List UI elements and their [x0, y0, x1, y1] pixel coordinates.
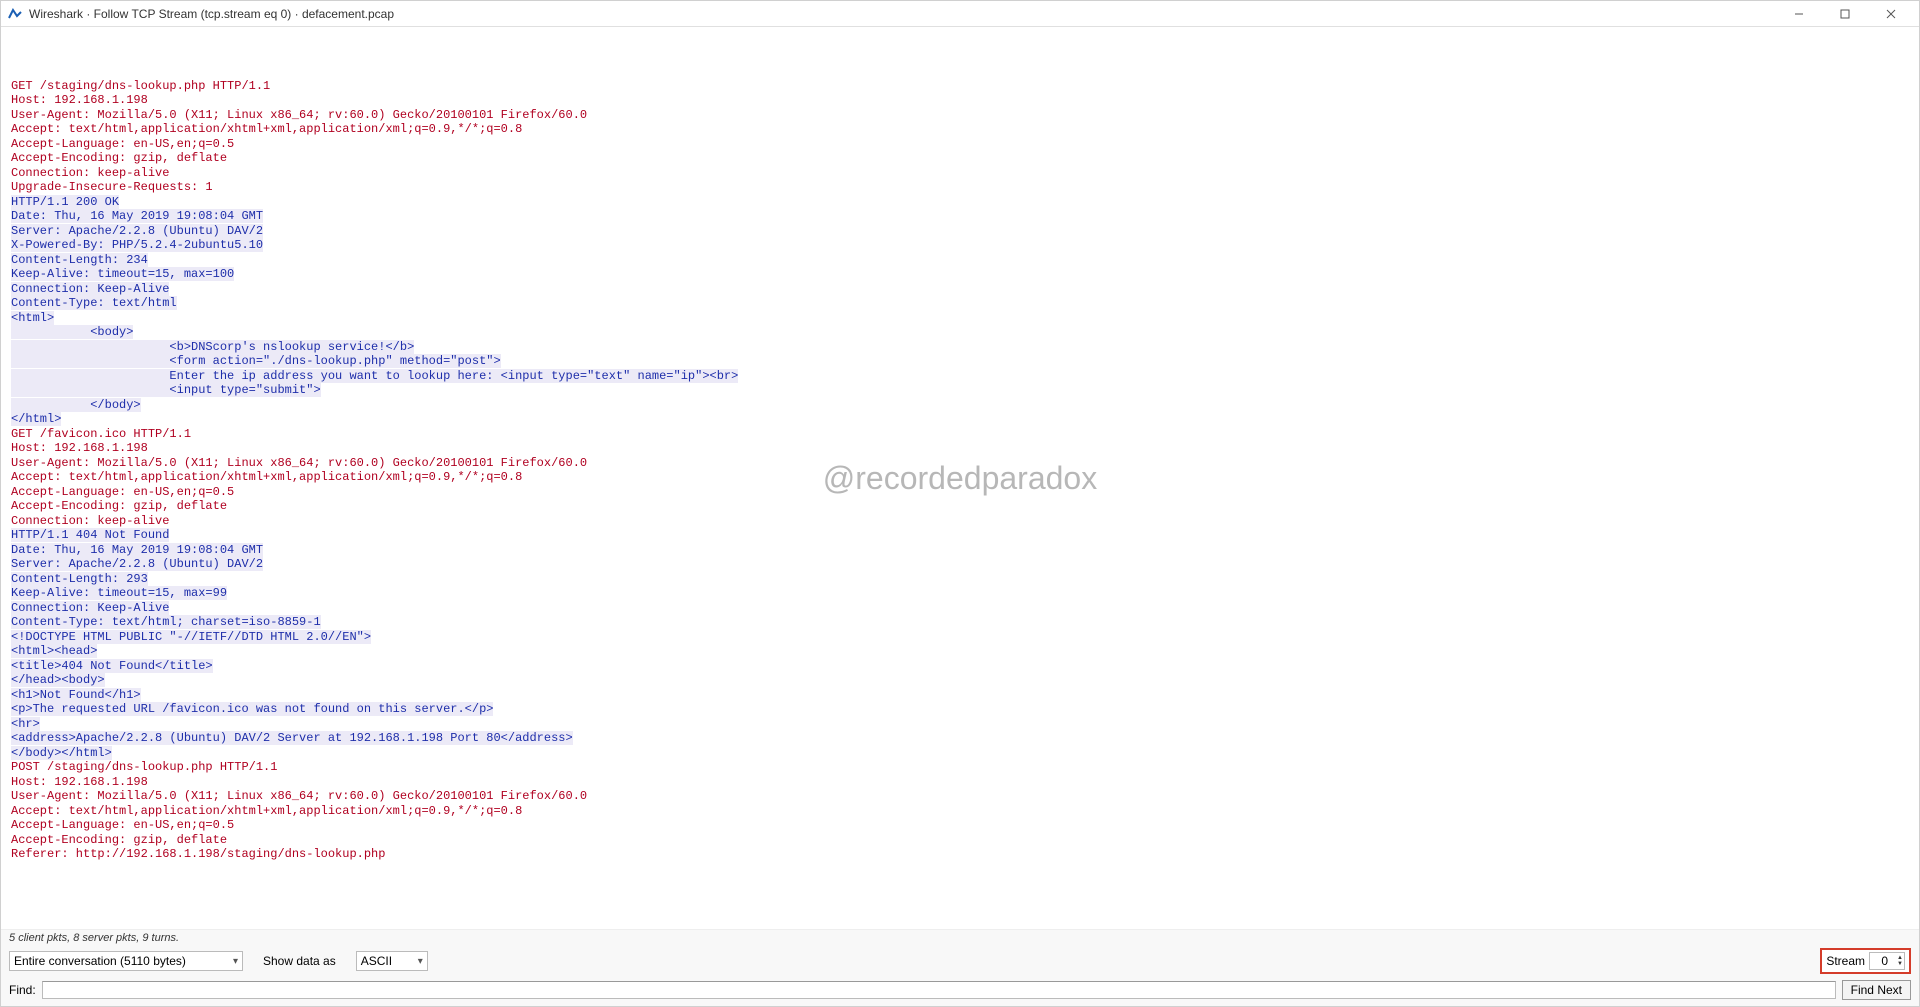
server-stream-line[interactable]: Content-Type: text/html; charset=iso-885…	[11, 615, 321, 629]
server-stream-line[interactable]: Date: Thu, 16 May 2019 19:08:04 GMT	[11, 209, 263, 223]
window-controls	[1785, 4, 1913, 24]
find-input[interactable]	[42, 981, 1836, 999]
client-stream-line[interactable]: Connection: keep-alive	[11, 166, 169, 180]
client-stream-line[interactable]: Accept-Encoding: gzip, deflate	[11, 151, 227, 165]
server-stream-line[interactable]: <b>DNScorp's nslookup service!</b>	[11, 340, 414, 354]
client-stream-line[interactable]: Accept-Encoding: gzip, deflate	[11, 499, 227, 513]
server-stream-line[interactable]: Content-Length: 234	[11, 253, 148, 267]
client-stream-line[interactable]: Referer: http://192.168.1.198/staging/dn…	[11, 847, 385, 861]
server-stream-line[interactable]: Keep-Alive: timeout=15, max=100	[11, 267, 234, 281]
client-stream-line[interactable]: Accept: text/html,application/xhtml+xml,…	[11, 122, 522, 136]
content: GET /staging/dns-lookup.php HTTP/1.1Host…	[1, 27, 1919, 929]
client-pkt-count: 5	[9, 932, 15, 944]
turns-count: 9 turns.	[142, 932, 179, 944]
server-stream-line[interactable]: <p>The requested URL /favicon.ico was no…	[11, 702, 493, 716]
server-stream-line[interactable]: Server: Apache/2.2.8 (Ubuntu) DAV/2	[11, 557, 263, 571]
server-stream-line[interactable]: Content-Length: 293	[11, 572, 148, 586]
client-stream-line[interactable]: Accept: text/html,application/xhtml+xml,…	[11, 804, 522, 818]
find-label: Find:	[9, 983, 36, 997]
server-stream-line[interactable]: <h1>Not Found</h1>	[11, 688, 141, 702]
follow-stream-window: Wireshark · Follow TCP Stream (tcp.strea…	[0, 0, 1920, 1007]
stream-text-area[interactable]: GET /staging/dns-lookup.php HTTP/1.1Host…	[1, 27, 1919, 929]
client-stream-line[interactable]: GET /favicon.ico HTTP/1.1	[11, 427, 191, 441]
client-stream-line[interactable]: User-Agent: Mozilla/5.0 (X11; Linux x86_…	[11, 456, 587, 470]
find-row: Find: Find Next	[1, 978, 1919, 1006]
server-stream-line[interactable]: <hr>	[11, 717, 40, 731]
client-stream-line[interactable]: User-Agent: Mozilla/5.0 (X11; Linux x86_…	[11, 789, 587, 803]
server-stream-line[interactable]: Date: Thu, 16 May 2019 19:08:04 GMT	[11, 543, 263, 557]
server-stream-line[interactable]: HTTP/1.1 200 OK	[11, 195, 119, 209]
client-stream-line[interactable]: Accept-Language: en-US,en;q=0.5	[11, 137, 234, 151]
window-title: Wireshark · Follow TCP Stream (tcp.strea…	[29, 7, 394, 21]
client-stream-line[interactable]: Host: 192.168.1.198	[11, 441, 148, 455]
server-stream-line[interactable]: </html>	[11, 412, 61, 426]
server-stream-line[interactable]: <title>404 Not Found</title>	[11, 659, 213, 673]
server-stream-line[interactable]: <body>	[11, 325, 133, 339]
controls-row: Entire conversation (5110 bytes) Show da…	[1, 944, 1919, 978]
client-stream-line[interactable]: Upgrade-Insecure-Requests: 1	[11, 180, 213, 194]
server-stream-line[interactable]: Enter the ip address you want to lookup …	[11, 369, 738, 383]
maximize-button[interactable]	[1831, 4, 1859, 24]
find-next-button[interactable]: Find Next	[1842, 980, 1911, 1000]
client-stream-line[interactable]: Host: 192.168.1.198	[11, 93, 148, 107]
client-stream-line[interactable]: User-Agent: Mozilla/5.0 (X11; Linux x86_…	[11, 108, 587, 122]
server-stream-line[interactable]: <input type="submit">	[11, 383, 321, 397]
server-pkt-count: 8	[73, 932, 79, 944]
server-stream-line[interactable]: Connection: Keep-Alive	[11, 282, 169, 296]
server-stream-line[interactable]: </head><body>	[11, 673, 105, 687]
stream-value-input[interactable]	[1870, 954, 1890, 968]
client-stream-line[interactable]: Accept-Language: en-US,en;q=0.5	[11, 818, 234, 832]
client-stream-line[interactable]: POST /staging/dns-lookup.php HTTP/1.1	[11, 760, 277, 774]
server-stream-line[interactable]: X-Powered-By: PHP/5.2.4-2ubuntu5.10	[11, 238, 263, 252]
client-stream-line[interactable]: Accept-Encoding: gzip, deflate	[11, 833, 227, 847]
client-stream-line[interactable]: Connection: keep-alive	[11, 514, 169, 528]
stream-label: Stream	[1826, 954, 1865, 968]
client-stream-line[interactable]: Host: 192.168.1.198	[11, 775, 148, 789]
server-stream-line[interactable]: <form action="./dns-lookup.php" method="…	[11, 354, 501, 368]
pkts-word: pkts,	[47, 932, 70, 944]
client-stream-line[interactable]: GET /staging/dns-lookup.php HTTP/1.1	[11, 79, 270, 93]
server-stream-line[interactable]: HTTP/1.1 404 Not Found	[11, 528, 169, 542]
stream-selector: Stream ▲ ▼	[1820, 948, 1911, 974]
server-stream-line[interactable]: <html><head>	[11, 644, 97, 658]
server-stream-line[interactable]: Content-Type: text/html	[11, 296, 177, 310]
client-label: client	[18, 932, 44, 944]
conversation-dropdown[interactable]: Entire conversation (5110 bytes)	[9, 951, 243, 971]
server-stream-line[interactable]: <address>Apache/2.2.8 (Ubuntu) DAV/2 Ser…	[11, 731, 573, 745]
minimize-button[interactable]	[1785, 4, 1813, 24]
server-stream-line[interactable]: <!DOCTYPE HTML PUBLIC "-//IETF//DTD HTML…	[11, 630, 371, 644]
server-stream-line[interactable]: Connection: Keep-Alive	[11, 601, 169, 615]
server-stream-line[interactable]: Server: Apache/2.2.8 (Ubuntu) DAV/2	[11, 224, 263, 238]
client-stream-line[interactable]: Accept-Language: en-US,en;q=0.5	[11, 485, 234, 499]
stream-down-icon[interactable]: ▼	[1897, 961, 1903, 967]
server-stream-line[interactable]: Keep-Alive: timeout=15, max=99	[11, 586, 227, 600]
client-stream-line[interactable]: Accept: text/html,application/xhtml+xml,…	[11, 470, 522, 484]
server-stream-line[interactable]: <html>	[11, 311, 54, 325]
encoding-dropdown[interactable]: ASCII	[356, 951, 428, 971]
show-data-as-label: Show data as	[263, 954, 336, 968]
pkts-word-2: pkts,	[116, 932, 139, 944]
server-stream-line[interactable]: </body>	[11, 398, 141, 412]
wireshark-icon	[7, 6, 23, 22]
titlebar: Wireshark · Follow TCP Stream (tcp.strea…	[1, 1, 1919, 27]
server-label: server	[82, 932, 113, 944]
server-stream-line[interactable]: </body></html>	[11, 746, 112, 760]
close-button[interactable]	[1877, 4, 1905, 24]
stream-spinbox[interactable]: ▲ ▼	[1869, 952, 1905, 970]
status-line: 5 client pkts, 8 server pkts, 9 turns.	[1, 929, 1919, 944]
